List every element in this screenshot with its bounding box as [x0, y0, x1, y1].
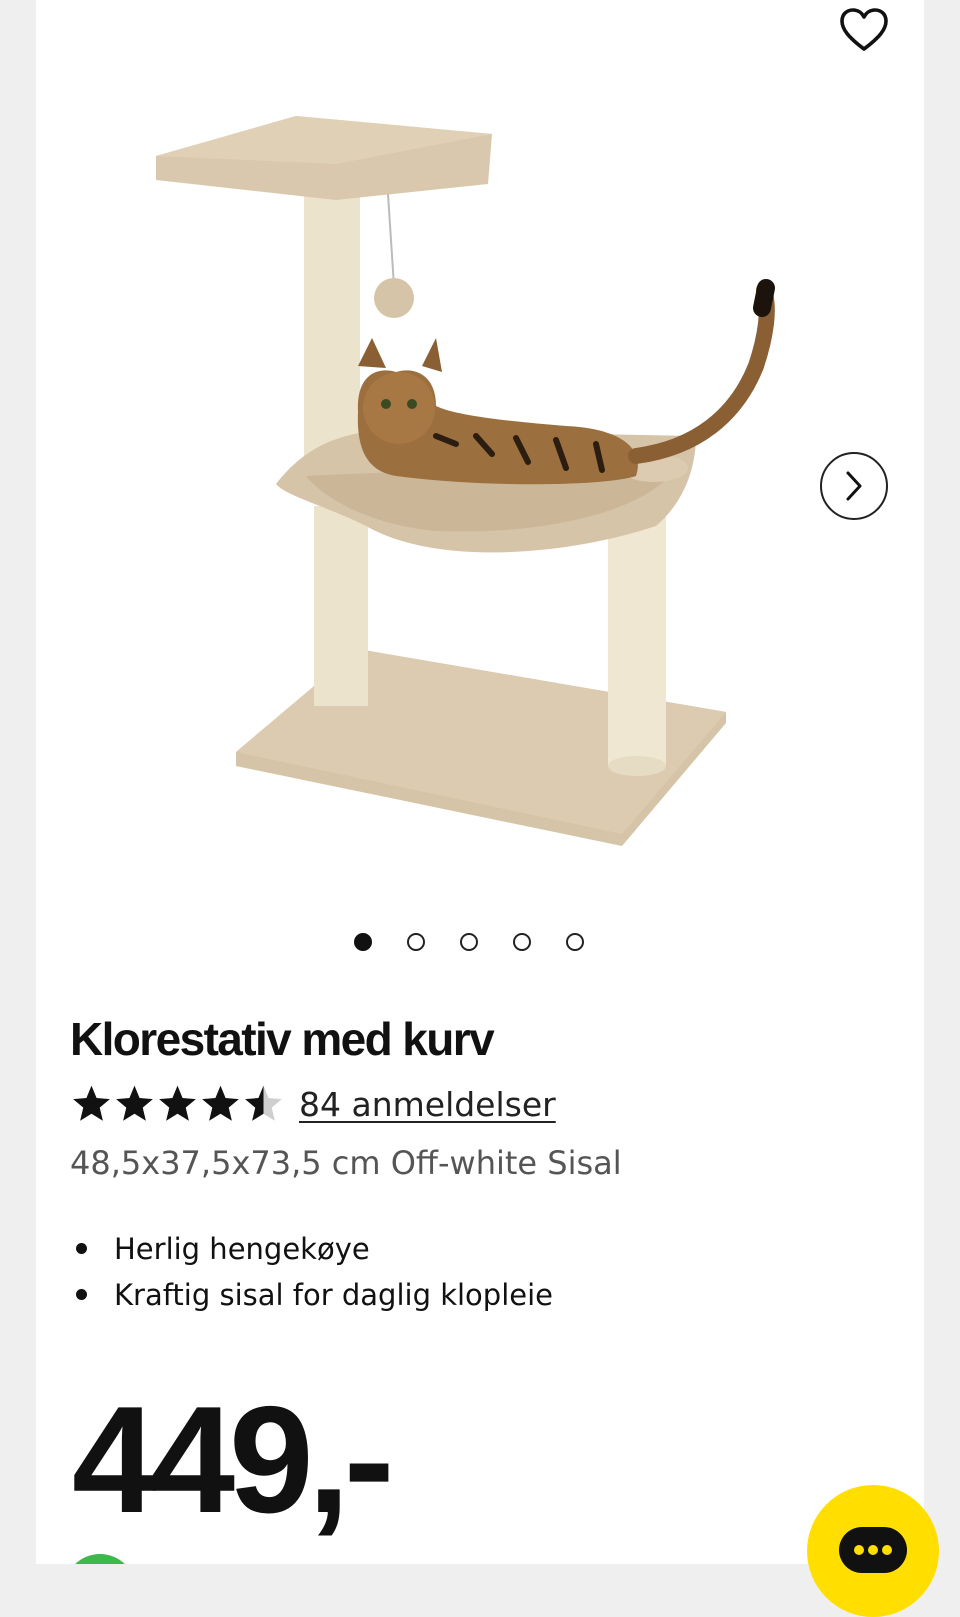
- chevron-right-icon: [846, 471, 862, 501]
- product-specs: 48,5x37,5x73,5 cm Off-white Sisal: [70, 1144, 622, 1182]
- gallery-dot[interactable]: [354, 933, 372, 951]
- heart-outline-icon: [840, 8, 888, 51]
- product-price: 449,-: [72, 1375, 394, 1545]
- product-image: [156, 116, 775, 846]
- chat-button[interactable]: [807, 1485, 939, 1617]
- star-full-icon: [159, 1085, 196, 1121]
- gallery-dot[interactable]: [513, 933, 531, 951]
- favorite-button[interactable]: [836, 4, 892, 56]
- star-full-icon: [116, 1085, 153, 1121]
- rating-row: 84 anmeldelser: [70, 1080, 556, 1128]
- status-badge: [64, 1554, 136, 1564]
- next-image-button[interactable]: [820, 452, 888, 520]
- gallery-dot[interactable]: [566, 933, 584, 951]
- product-card: Klorestativ med kurv 84 anmeldelser 48,5…: [36, 0, 924, 1564]
- star-rating: [70, 1083, 285, 1125]
- chat-bubble-icon: [839, 1527, 907, 1573]
- reviews-link[interactable]: 84 anmeldelser: [299, 1085, 556, 1124]
- star-full-icon: [73, 1085, 110, 1121]
- star-half-icon: [245, 1085, 282, 1121]
- feature-item: Herlig hengekøye: [70, 1226, 553, 1272]
- gallery-pagination: [354, 933, 584, 951]
- feature-list: Herlig hengekøye Kraftig sisal for dagli…: [70, 1226, 553, 1318]
- product-image-gallery[interactable]: [136, 76, 826, 896]
- product-title: Klorestativ med kurv: [70, 1013, 495, 1065]
- star-full-icon: [202, 1085, 239, 1121]
- feature-item: Kraftig sisal for daglig klopleie: [70, 1272, 553, 1318]
- gallery-dot[interactable]: [460, 933, 478, 951]
- gallery-dot[interactable]: [407, 933, 425, 951]
